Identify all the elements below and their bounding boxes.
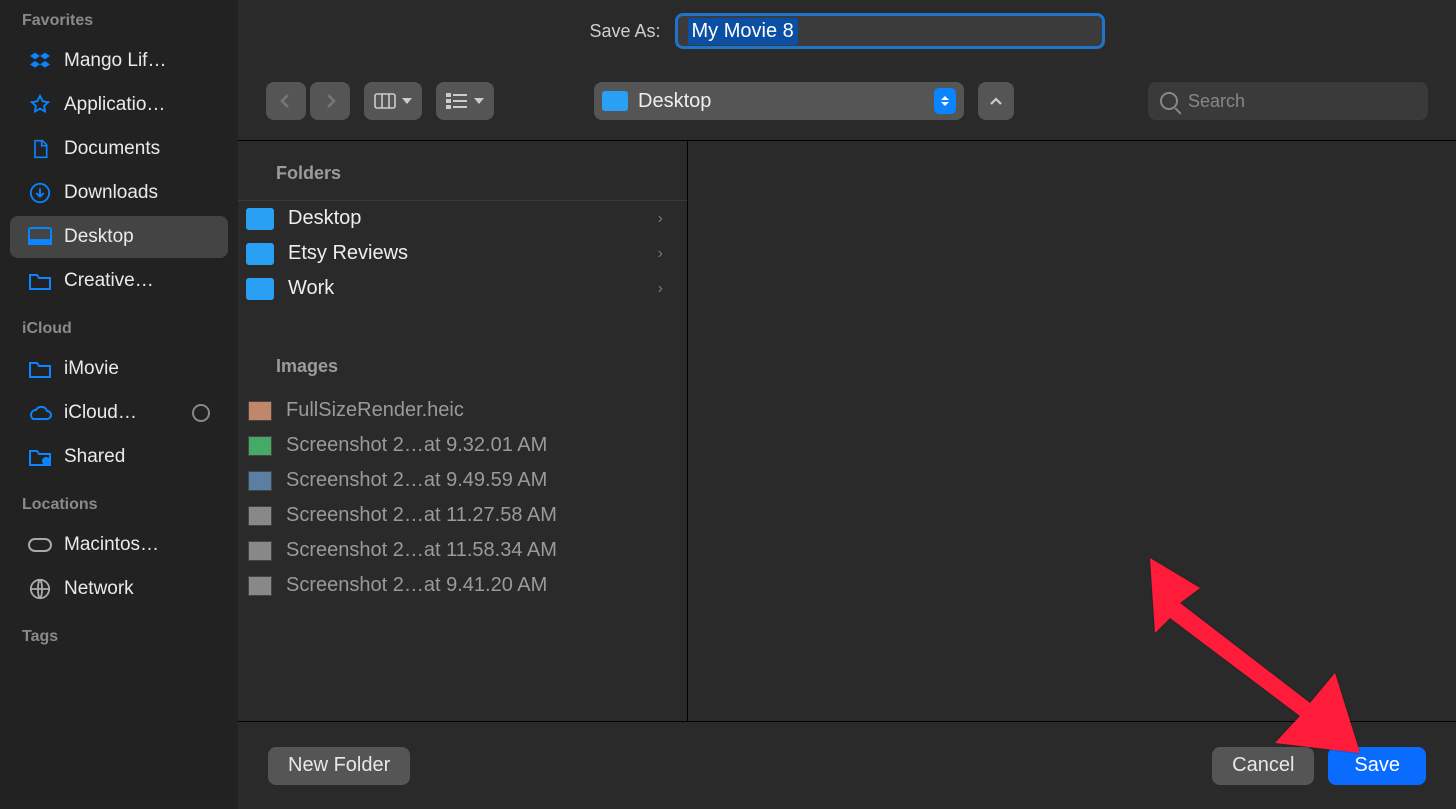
folder-icon	[602, 91, 628, 111]
image-thumb-icon	[248, 436, 272, 456]
save-as-label: Save As:	[589, 21, 660, 42]
sidebar-section-favorites: Favorites	[0, 8, 238, 38]
sidebar-item-macintosh-hd[interactable]: Macintos…	[10, 524, 228, 566]
folder-name: Work	[288, 277, 644, 300]
search-input[interactable]: Search	[1148, 82, 1428, 120]
main-panel: Save As: My Movie 8 Desktop Search	[238, 0, 1456, 809]
image-thumb-icon	[248, 471, 272, 491]
sidebar-item-label: Documents	[64, 138, 210, 160]
document-icon	[28, 138, 52, 160]
save-button[interactable]: Save	[1328, 747, 1426, 785]
folder-name: Desktop	[288, 207, 644, 230]
image-row[interactable]: Screenshot 2…at 9.32.01 AM	[238, 428, 687, 463]
image-name: Screenshot 2…at 9.32.01 AM	[286, 434, 663, 457]
image-thumb-icon	[248, 506, 272, 526]
view-columns-button[interactable]	[364, 82, 422, 120]
images-heading: Images	[238, 306, 687, 393]
save-as-row: Save As: My Movie 8	[238, 0, 1456, 62]
save-as-value: My Movie 8	[688, 18, 798, 45]
sidebar-item-label: iMovie	[64, 358, 210, 380]
image-name: FullSizeRender.heic	[286, 399, 663, 422]
sidebar-item-documents[interactable]: Documents	[10, 128, 228, 170]
folder-icon	[28, 270, 52, 292]
disk-icon	[28, 534, 52, 556]
sidebar-item-label: Network	[64, 578, 210, 600]
sidebar: Favorites Mango Lif… Applicatio… Documen…	[0, 0, 238, 809]
image-thumb-icon	[248, 576, 272, 596]
new-folder-button[interactable]: New Folder	[268, 747, 410, 785]
sidebar-item-label: Desktop	[64, 226, 210, 248]
sidebar-item-network[interactable]: Network	[10, 568, 228, 610]
image-row[interactable]: Screenshot 2…at 9.49.59 AM	[238, 463, 687, 498]
chevron-right-icon: ›	[658, 280, 663, 298]
sidebar-section-icloud: iCloud	[0, 316, 238, 346]
nav-buttons	[266, 82, 350, 120]
sidebar-item-desktop[interactable]: Desktop	[10, 216, 228, 258]
collapse-button[interactable]	[978, 82, 1014, 120]
browser-column-2	[688, 141, 1456, 721]
sidebar-item-creative[interactable]: Creative…	[10, 260, 228, 302]
sidebar-section-tags: Tags	[0, 624, 238, 654]
sidebar-item-shared[interactable]: Shared	[10, 436, 228, 478]
cancel-button[interactable]: Cancel	[1212, 747, 1314, 785]
sidebar-item-label: Creative…	[64, 270, 210, 292]
folder-row[interactable]: Work ›	[238, 271, 687, 306]
image-thumb-icon	[248, 541, 272, 561]
storage-usage-icon	[192, 404, 210, 422]
image-row[interactable]: Screenshot 2…at 11.58.34 AM	[238, 533, 687, 568]
network-icon	[28, 578, 52, 600]
downloads-icon	[28, 182, 52, 204]
applications-icon	[28, 94, 52, 116]
location-label: Desktop	[638, 90, 924, 113]
image-name: Screenshot 2…at 11.58.34 AM	[286, 539, 663, 562]
folder-icon	[28, 358, 52, 380]
folder-icon	[246, 243, 274, 265]
footer: New Folder Cancel Save	[238, 721, 1456, 809]
browser-column-1[interactable]: Folders Desktop › Etsy Reviews › Work › Ima…	[238, 141, 688, 721]
folder-row[interactable]: Etsy Reviews ›	[238, 236, 687, 271]
image-name: Screenshot 2…at 9.41.20 AM	[286, 574, 663, 597]
sidebar-item-label: Applicatio…	[64, 94, 210, 116]
desktop-icon	[28, 226, 52, 248]
folder-icon	[246, 208, 274, 230]
image-name: Screenshot 2…at 9.49.59 AM	[286, 469, 663, 492]
chevron-right-icon: ›	[658, 210, 663, 228]
image-thumb-icon	[248, 401, 272, 421]
save-as-input[interactable]: My Movie 8	[675, 13, 1105, 49]
toolbar: Desktop Search	[238, 62, 1456, 140]
sidebar-item-applications[interactable]: Applicatio…	[10, 84, 228, 126]
image-row[interactable]: FullSizeRender.heic	[238, 393, 687, 428]
sidebar-section-locations: Locations	[0, 492, 238, 522]
chevron-down-icon	[402, 98, 412, 104]
sidebar-item-label: iCloud…	[64, 402, 180, 424]
dropbox-icon	[28, 50, 52, 72]
sidebar-item-icloud-drive[interactable]: iCloud…	[10, 392, 228, 434]
chevron-down-icon	[474, 98, 484, 104]
sidebar-item-dropbox[interactable]: Mango Lif…	[10, 40, 228, 82]
image-name: Screenshot 2…at 11.27.58 AM	[286, 504, 663, 527]
folders-heading: Folders	[238, 141, 687, 201]
updown-stepper-icon	[934, 88, 956, 114]
sidebar-item-label: Mango Lif…	[64, 50, 210, 72]
image-row[interactable]: Screenshot 2…at 11.27.58 AM	[238, 498, 687, 533]
search-placeholder: Search	[1188, 91, 1245, 112]
folder-row[interactable]: Desktop ›	[238, 201, 687, 236]
search-icon	[1160, 92, 1178, 110]
back-button[interactable]	[266, 82, 306, 120]
sidebar-item-label: Shared	[64, 446, 210, 468]
forward-button[interactable]	[310, 82, 350, 120]
chevron-right-icon: ›	[658, 245, 663, 263]
sidebar-item-imovie[interactable]: iMovie	[10, 348, 228, 390]
shared-folder-icon	[28, 446, 52, 468]
sidebar-item-label: Downloads	[64, 182, 210, 204]
group-by-button[interactable]	[436, 82, 494, 120]
folder-name: Etsy Reviews	[288, 242, 644, 265]
cloud-icon	[28, 402, 52, 424]
location-dropdown[interactable]: Desktop	[594, 82, 964, 120]
image-row[interactable]: Screenshot 2…at 9.41.20 AM	[238, 568, 687, 603]
sidebar-item-downloads[interactable]: Downloads	[10, 172, 228, 214]
file-browser: Folders Desktop › Etsy Reviews › Work › Ima…	[238, 140, 1456, 721]
sidebar-item-label: Macintos…	[64, 534, 210, 556]
folder-icon	[246, 278, 274, 300]
